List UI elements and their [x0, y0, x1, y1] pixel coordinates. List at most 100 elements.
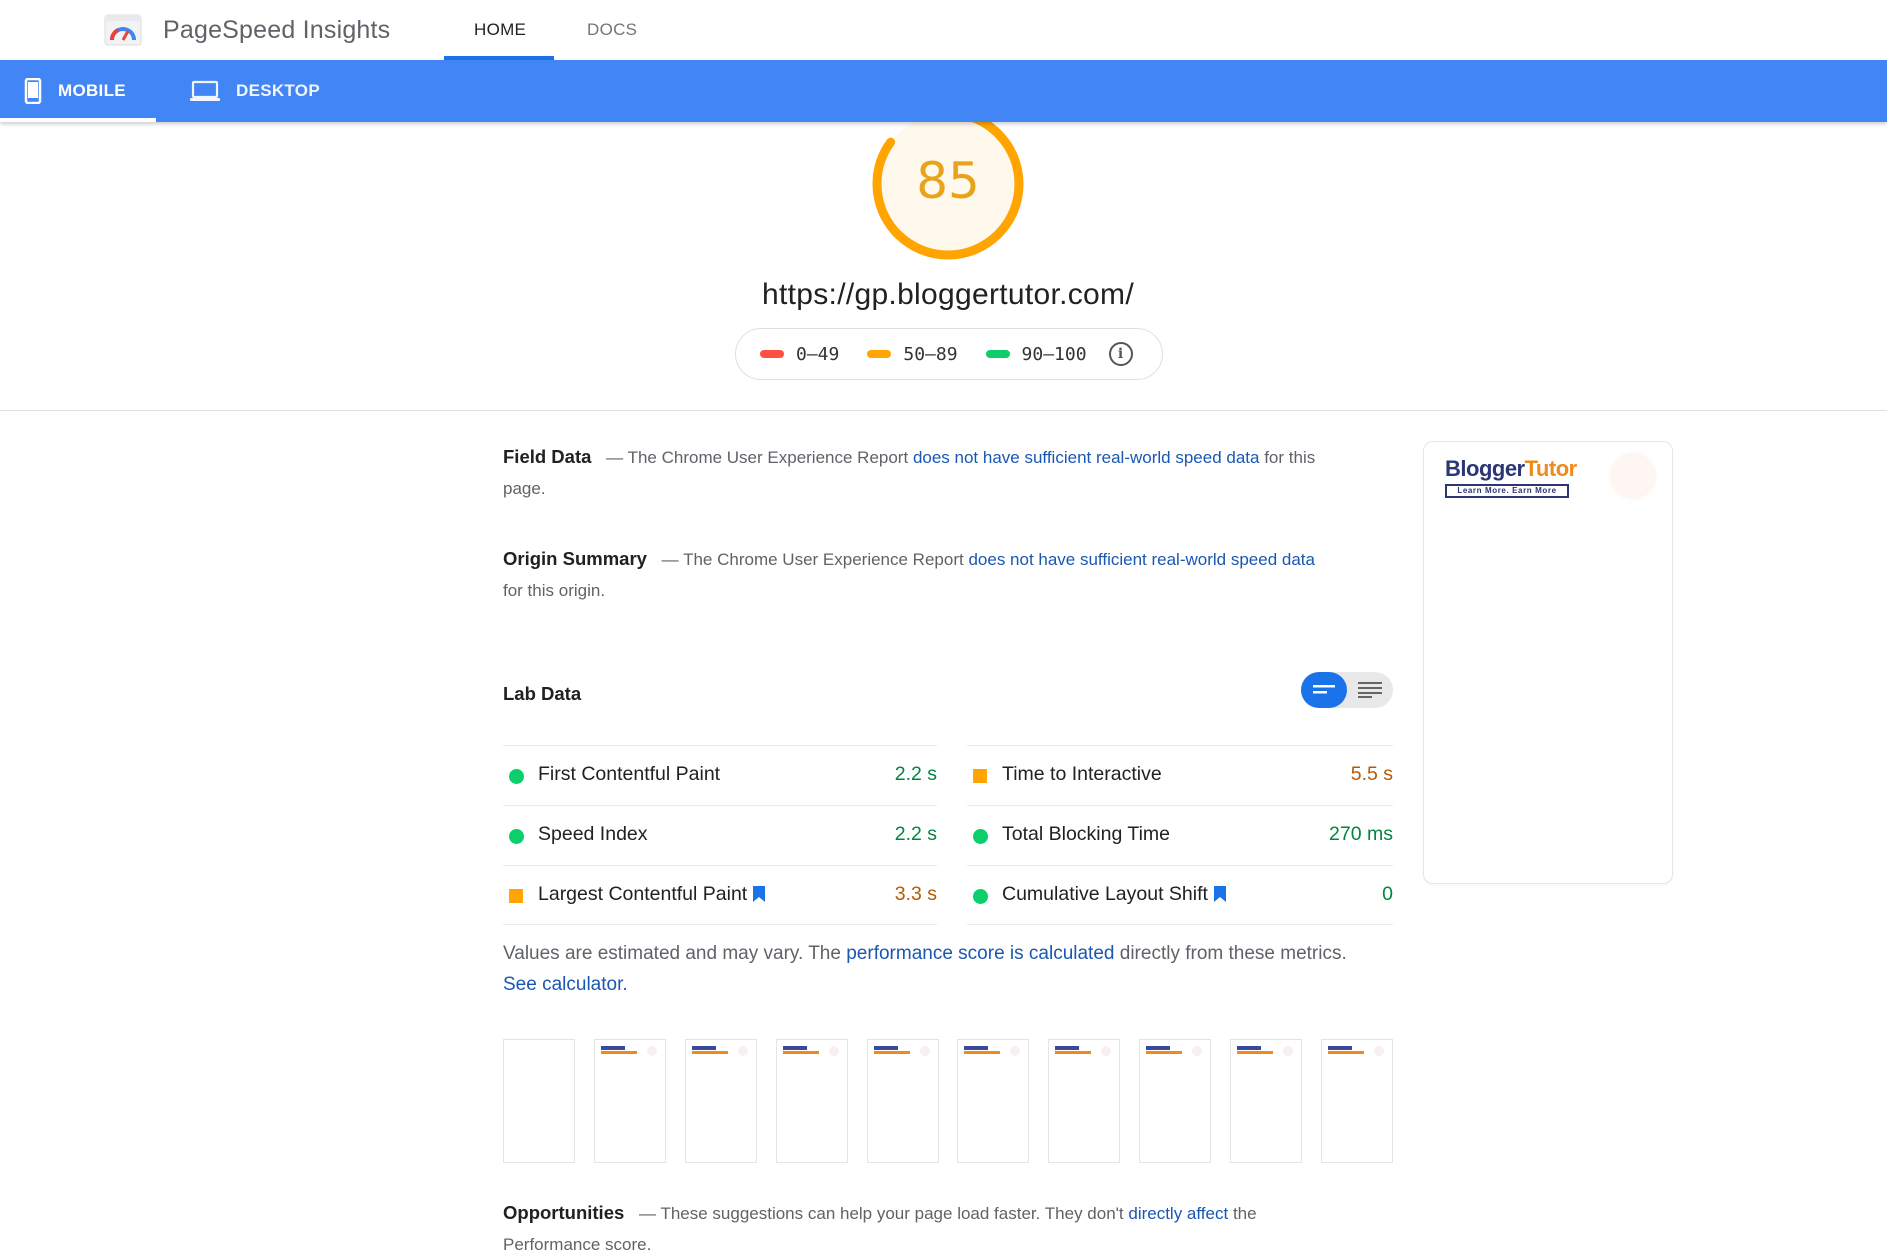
site-menu-circle: [1611, 454, 1655, 498]
metric-largest-contentful-paint: Largest Contentful Paint 3.3 s: [503, 865, 937, 925]
legend-range-pass: 90–100: [1021, 343, 1087, 365]
metric-total-blocking-time: Total Blocking Time 270 ms: [967, 805, 1393, 865]
site-tagline: Learn More. Earn More: [1445, 484, 1569, 498]
frame-dot: [646, 1046, 657, 1056]
compact-view-button[interactable]: [1301, 672, 1347, 708]
metric-value: 270 ms: [1329, 823, 1393, 845]
frame-dot: [1101, 1046, 1112, 1056]
frame-logo-thumbnail: [1237, 1046, 1274, 1056]
pass-indicator-icon: [973, 829, 988, 844]
field-data-link[interactable]: does not have sufficient real-world spee…: [913, 448, 1260, 467]
metrics-column-right: Time to Interactive 5.5 s Total Blocking…: [967, 745, 1393, 925]
metric-name: Largest Contentful Paint: [538, 883, 748, 905]
metric-name: First Contentful Paint: [538, 763, 721, 785]
field-data-section: Field Data — The Chrome User Experience …: [503, 441, 1323, 504]
legend-swatch-fail: [760, 350, 784, 358]
frame-logo-thumbnail: [1328, 1046, 1364, 1056]
frame-logo-thumbnail: [782, 1046, 819, 1056]
device-tab-bar: MOBILE DESKTOP: [0, 60, 1887, 122]
origin-summary-section: Origin Summary — The Chrome User Experie…: [503, 543, 1323, 606]
frame-logo-thumbnail: [600, 1046, 637, 1056]
final-screenshot-preview: BloggerTutor Learn More. Earn More: [1423, 441, 1673, 884]
nav-tab-docs[interactable]: DOCS: [587, 20, 637, 40]
frame-dot: [1283, 1046, 1294, 1056]
performance-score-gauge: 85: [870, 106, 1026, 262]
opportunities-dash: —: [639, 1204, 657, 1223]
origin-summary-dash: —: [661, 550, 679, 569]
metric-name: Time to Interactive: [1002, 763, 1162, 785]
app-title[interactable]: PageSpeed Insights: [163, 16, 390, 45]
site-logo: BloggerTutor Learn More. Earn More: [1445, 456, 1577, 498]
loading-filmstrip: [503, 1039, 1393, 1163]
frame-dot: [737, 1046, 748, 1056]
metric-cumulative-layout-shift: Cumulative Layout Shift 0: [967, 865, 1393, 925]
filmstrip-frame: [957, 1039, 1030, 1163]
field-data-title: Field Data: [503, 446, 592, 467]
field-data-dash: —: [606, 448, 624, 467]
metric-time-to-interactive: Time to Interactive 5.5 s: [967, 745, 1393, 805]
expanded-view-button[interactable]: [1347, 672, 1393, 708]
metric-name: Total Blocking Time: [1002, 823, 1170, 845]
filmstrip-frame: [775, 1039, 848, 1163]
performance-score-value: 85: [916, 152, 980, 210]
performance-score-link[interactable]: performance score is calculated: [846, 943, 1114, 964]
laptop-icon: [190, 80, 220, 101]
bookmark-icon[interactable]: [1213, 886, 1226, 902]
info-icon[interactable]: i: [1108, 342, 1133, 366]
filmstrip-frame: [866, 1039, 939, 1163]
frame-dot: [919, 1046, 930, 1056]
filmstrip-frame: [1230, 1039, 1303, 1163]
legend-item-average: 50–89: [867, 343, 958, 365]
metric-value: 0: [1382, 883, 1393, 905]
frame-dot: [1192, 1046, 1203, 1056]
site-brand-part-a: Blogger: [1445, 456, 1525, 481]
opportunities-title: Opportunities: [503, 1202, 625, 1223]
site-brand: BloggerTutor: [1445, 456, 1577, 482]
metrics-view-toggle[interactable]: [1301, 672, 1393, 708]
origin-summary-link[interactable]: does not have sufficient real-world spee…: [968, 550, 1315, 569]
pass-indicator-icon: [973, 889, 988, 904]
metric-value: 3.3 s: [894, 883, 937, 905]
frame-logo-thumbnail: [1055, 1046, 1092, 1056]
frame-dot: [828, 1046, 839, 1056]
nav-tab-home[interactable]: HOME: [474, 20, 526, 40]
frame-dot: [1374, 1046, 1384, 1056]
expanded-list-icon: [1358, 682, 1382, 698]
lab-data-title: Lab Data: [503, 683, 582, 704]
legend-range-fail: 0–49: [796, 343, 840, 365]
metric-value: 2.2 s: [894, 823, 937, 845]
legend-range-average: 50–89: [903, 343, 958, 365]
device-active-indicator: [0, 118, 156, 122]
opportunities-prefix: These suggestions can help your page loa…: [660, 1204, 1124, 1223]
score-legend: 0–49 50–89 90–100 i: [735, 328, 1163, 380]
field-data-prefix: The Chrome User Experience Report: [627, 448, 909, 467]
metric-name: Speed Index: [538, 823, 648, 845]
frame-logo-thumbnail: [964, 1046, 1001, 1056]
tab-desktop[interactable]: DESKTOP: [190, 60, 320, 122]
origin-summary-title: Origin Summary: [503, 548, 647, 569]
opportunities-section: Opportunities — These suggestions can he…: [503, 1197, 1323, 1260]
legend-swatch-average: [867, 350, 892, 358]
frame-logo-thumbnail: [1146, 1046, 1183, 1056]
filmstrip-frame: [1139, 1039, 1212, 1163]
pass-indicator-icon: [509, 769, 524, 784]
metric-speed-index: Speed Index 2.2 s: [503, 805, 937, 865]
analyzed-url: https://gp.bloggertutor.com/: [762, 278, 1134, 311]
filmstrip-frame: [684, 1039, 757, 1163]
directly-affect-link[interactable]: directly affect: [1128, 1204, 1228, 1223]
pass-indicator-icon: [509, 829, 524, 844]
pagespeed-logo-icon[interactable]: [104, 14, 142, 46]
legend-swatch-pass: [985, 350, 1010, 358]
average-indicator-icon: [973, 769, 987, 783]
estimate-note: Values are estimated and may vary. The p…: [503, 938, 1383, 1000]
top-header: PageSpeed Insights HOME DOCS: [0, 0, 1887, 60]
tab-desktop-label: DESKTOP: [236, 81, 320, 100]
section-divider: [0, 410, 1887, 411]
tab-mobile[interactable]: MOBILE: [24, 60, 156, 122]
bookmark-icon[interactable]: [753, 886, 766, 902]
see-calculator-link[interactable]: See calculator.: [503, 974, 628, 995]
estimate-middle: directly from these metrics.: [1119, 943, 1347, 964]
estimate-prefix: Values are estimated and may vary. The: [503, 943, 841, 964]
origin-summary-suffix: for this origin.: [503, 581, 606, 600]
filmstrip-frame: [593, 1039, 666, 1163]
